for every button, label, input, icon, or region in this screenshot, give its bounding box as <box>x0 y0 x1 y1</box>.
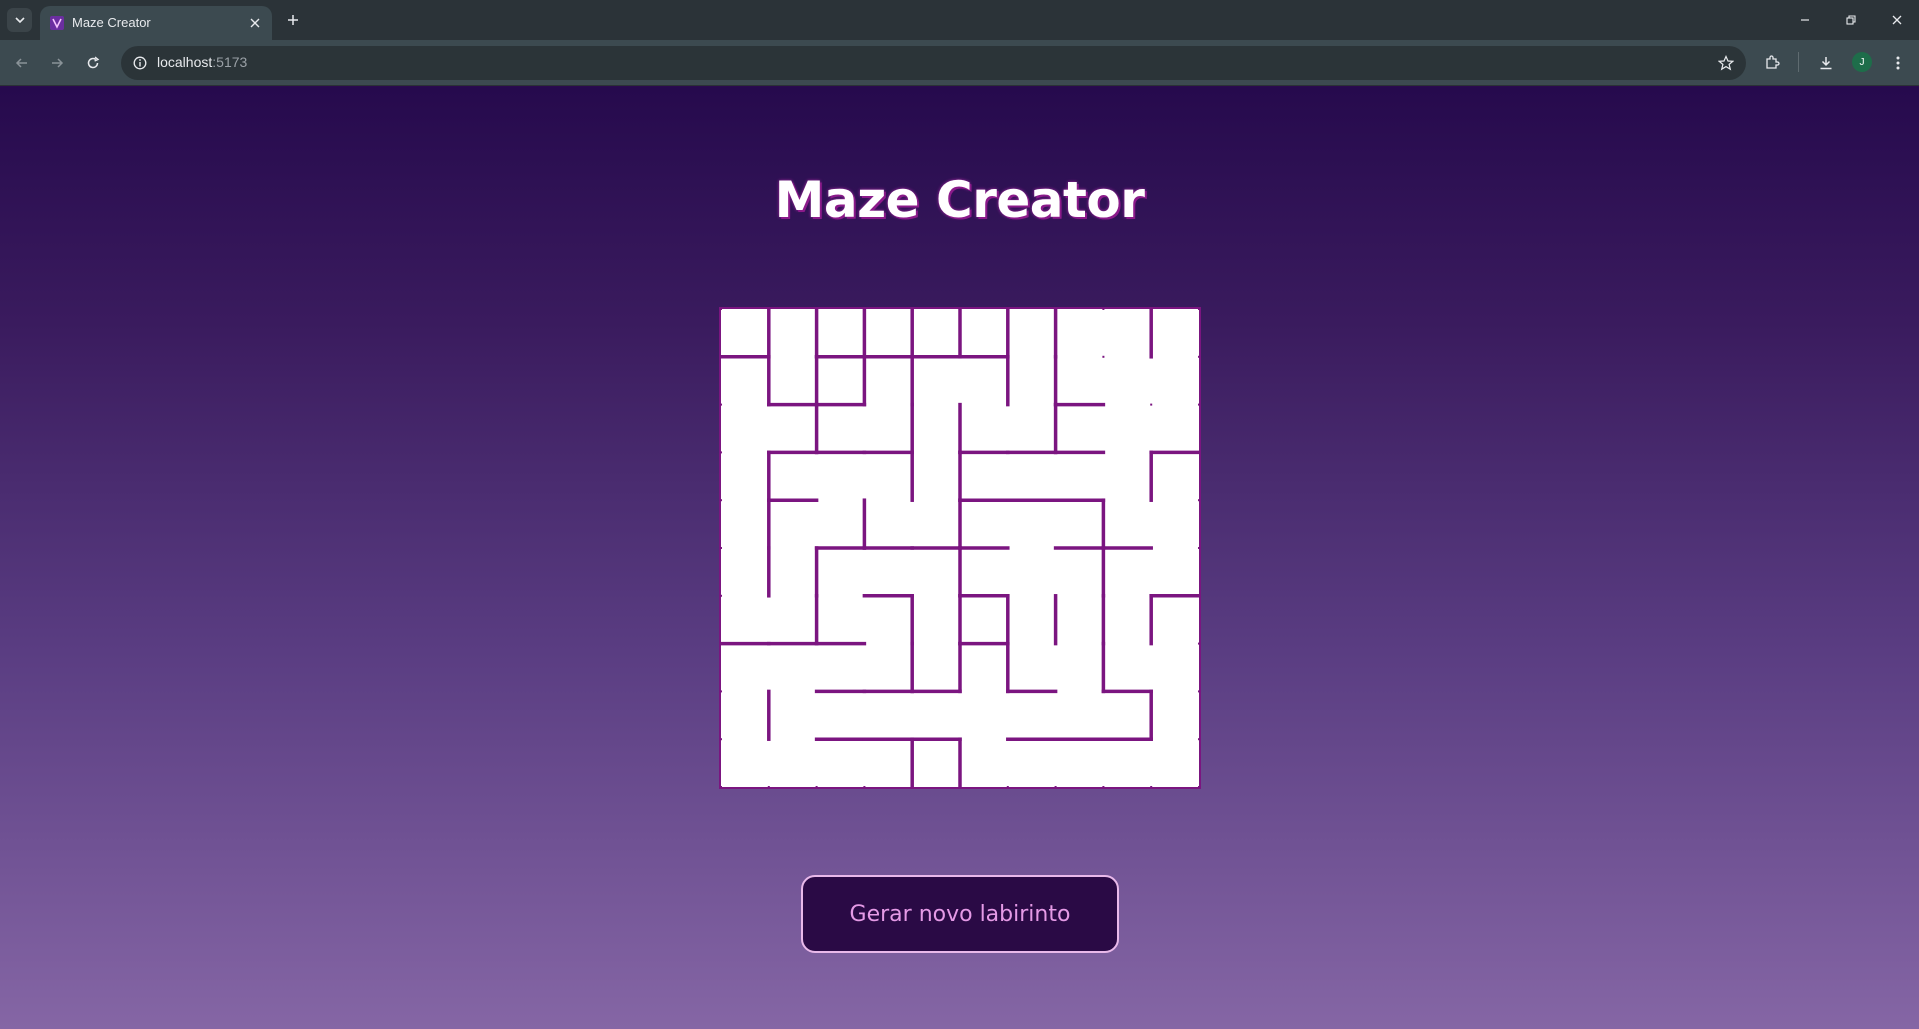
info-icon <box>133 56 147 70</box>
maze-node <box>1102 355 1105 358</box>
maze-node <box>721 499 722 502</box>
maze-node <box>1198 355 1199 358</box>
maze-node <box>721 594 722 597</box>
url-text: localhost:5173 <box>157 54 247 70</box>
more-vert-icon <box>1896 56 1900 70</box>
browser-toolbar: localhost:5173 <box>0 40 1919 86</box>
downloads-button[interactable] <box>1813 50 1839 76</box>
maze-node <box>1054 786 1057 787</box>
url-port: :5173 <box>212 54 248 70</box>
chevron-down-icon <box>14 17 25 24</box>
tab-close-button[interactable] <box>246 14 264 32</box>
plus-icon <box>288 15 298 25</box>
maze-node <box>1198 738 1199 741</box>
reload-icon <box>87 56 100 69</box>
maze-node <box>721 451 722 454</box>
maze-node <box>1150 403 1153 406</box>
chrome-menu-button[interactable] <box>1885 50 1911 76</box>
back-button[interactable] <box>9 50 35 76</box>
maze-grid <box>721 309 1199 787</box>
maze-node <box>863 786 866 787</box>
browser-tab-bar: Maze Creator <box>0 0 1919 40</box>
profile-avatar[interactable]: J <box>1852 52 1872 72</box>
maze-node <box>1150 786 1153 787</box>
maze-board <box>719 307 1201 789</box>
maze-node <box>721 738 722 741</box>
maze-node <box>1102 309 1105 310</box>
maze-node <box>1006 786 1009 787</box>
restore-icon <box>1846 15 1856 25</box>
minimize-icon <box>1801 19 1809 21</box>
maze-node <box>767 786 770 787</box>
tab-title: Maze Creator <box>72 15 151 30</box>
page-viewport: Maze Creator Gerar novo labirinto <box>0 87 1919 1029</box>
forward-button[interactable] <box>44 50 70 76</box>
maze-node <box>721 403 722 406</box>
minimize-button[interactable] <box>1791 6 1819 34</box>
bookmark-button[interactable] <box>1716 53 1736 73</box>
maze-node <box>721 309 722 310</box>
site-info-button[interactable] <box>131 54 149 72</box>
arrow-left-icon <box>15 58 27 68</box>
star-icon <box>1718 55 1734 71</box>
reload-button[interactable] <box>80 50 106 76</box>
tab-search-button[interactable] <box>7 8 32 32</box>
browser-tab[interactable]: Maze Creator <box>40 6 272 40</box>
arrow-right-icon <box>52 58 64 68</box>
download-icon <box>1820 57 1832 70</box>
new-tab-button[interactable] <box>282 9 304 31</box>
close-icon <box>250 18 260 28</box>
extensions-button[interactable] <box>1759 50 1785 76</box>
toolbar-separator <box>1798 52 1799 72</box>
maze-node <box>1198 786 1199 787</box>
vite-favicon-icon <box>50 16 64 30</box>
restore-button[interactable] <box>1837 6 1865 34</box>
close-window-button[interactable] <box>1883 6 1911 34</box>
maze-node <box>815 786 818 787</box>
url-host: localhost <box>157 54 213 70</box>
puzzle-icon <box>1766 55 1780 69</box>
maze-node <box>1198 642 1199 645</box>
maze-node <box>1198 690 1199 693</box>
maze-node <box>1198 309 1199 310</box>
maze-node <box>1198 403 1199 406</box>
close-icon <box>1892 15 1902 25</box>
maze-node <box>1198 499 1199 502</box>
maze-node <box>721 690 722 693</box>
maze-node <box>1102 786 1105 787</box>
maze-node <box>721 786 722 787</box>
maze-node <box>1198 547 1199 549</box>
page-title: Maze Creator <box>774 171 1145 229</box>
generate-maze-button[interactable]: Gerar novo labirinto <box>801 875 1119 953</box>
address-bar[interactable]: localhost:5173 <box>121 46 1746 80</box>
maze-node <box>721 547 722 549</box>
